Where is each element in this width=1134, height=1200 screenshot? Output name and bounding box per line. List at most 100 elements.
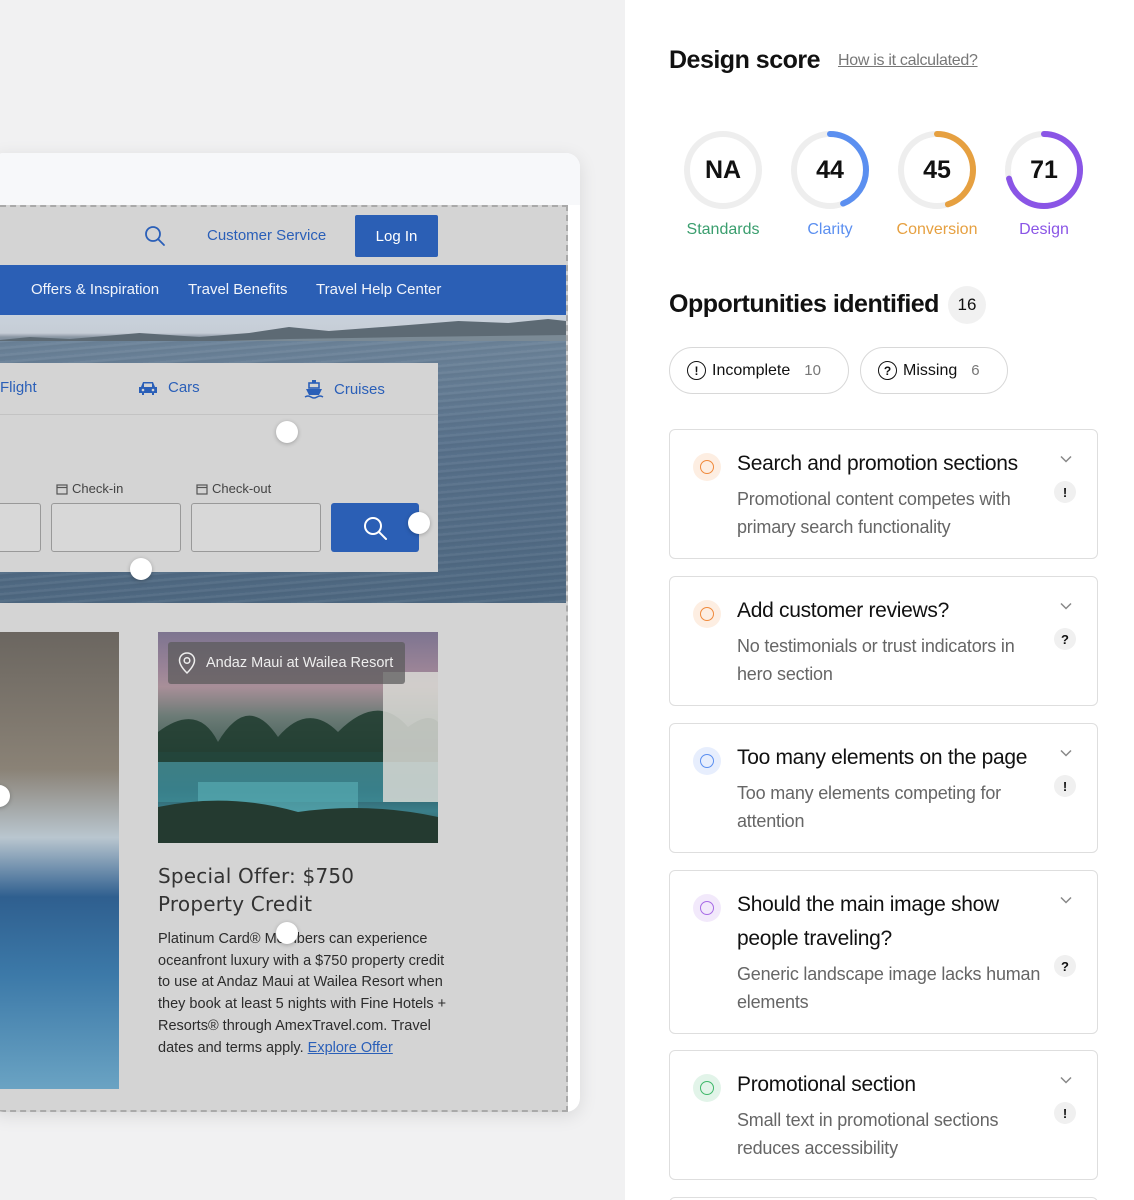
login-button[interactable]: Log In (355, 215, 438, 257)
opportunity-card[interactable]: Search and promotion sections Promotiona… (669, 429, 1098, 559)
score-label: Design (1019, 221, 1069, 238)
score-label: Standards (686, 221, 760, 238)
check-in-label: Check-in (56, 481, 123, 496)
booking-search-button[interactable] (331, 503, 419, 552)
offer-title: Special Offer: $750 Property Credit (158, 864, 355, 916)
score-value: NA (704, 155, 742, 184)
promo-image-resort: Andaz Maui at Wailea Resort (158, 632, 438, 843)
card-title: Search and promotion sections (737, 452, 1018, 475)
flag-badge: ? (1054, 628, 1076, 650)
card-title: Too many elements on the page (737, 746, 1028, 769)
offer-body: Platinum Card® Members can experience oc… (158, 929, 448, 1059)
check-in-label-text: Check-in (72, 481, 124, 496)
card-title: Add customer reviews? (737, 599, 949, 622)
flag-badge: ? (1054, 955, 1076, 977)
severity-dot (693, 747, 721, 775)
opportunity-card[interactable]: Add customer reviews? No testimonials or… (669, 576, 1098, 706)
severity-dot (693, 894, 721, 922)
promo-image-left (0, 632, 119, 1089)
score-value: 71 (1030, 155, 1058, 184)
card-description: Promotional content competes with primar… (737, 489, 1011, 537)
nav-travel-benefits[interactable]: Travel Benefits (188, 281, 288, 298)
tab-cars-label: Cars (168, 379, 200, 396)
explore-offer-link[interactable]: Explore Offer (308, 1040, 393, 1056)
severity-dot (693, 1074, 721, 1102)
exclamation-circle-icon: ! (687, 361, 706, 380)
annotation-hotspot[interactable] (408, 512, 430, 534)
opportunities-title: Opportunities identified (669, 290, 939, 318)
nav-travel-help-center[interactable]: Travel Help Center (316, 281, 441, 298)
filter-label: Incomplete (712, 361, 791, 379)
how-calculated-link[interactable]: How is it calculated? (838, 52, 978, 70)
card-description: Small text in promotional sections reduc… (737, 1110, 999, 1158)
chevron-down-icon[interactable] (1059, 893, 1073, 907)
annotation-hotspot[interactable] (276, 922, 298, 944)
flag-badge: ! (1054, 775, 1076, 797)
tab-cars[interactable]: Cars (138, 379, 200, 396)
card-description: No testimonials or trust indicators in h… (737, 636, 1015, 684)
booking-card: Flight Cars Cruises Check-in Check-out (0, 363, 438, 572)
destination-field[interactable] (0, 503, 41, 552)
chevron-down-icon[interactable] (1059, 599, 1073, 613)
tab-flight[interactable]: Flight (0, 379, 37, 396)
search-icon[interactable] (144, 225, 166, 247)
filter-count: 10 (804, 362, 821, 379)
filter-count: 6 (971, 362, 980, 379)
check-out-field[interactable] (191, 503, 321, 552)
location-pin-icon (178, 652, 196, 674)
filter-incomplete[interactable]: ! Incomplete 10 (669, 347, 849, 394)
question-circle-icon: ? (878, 361, 897, 380)
check-out-label: Check-out (196, 481, 271, 496)
severity-dot (693, 453, 721, 481)
card-title: Promotional section (737, 1073, 916, 1096)
score-clarity: 44 Clarity (788, 128, 872, 238)
website-preview: Customer Service Log In Offers & Inspira… (0, 153, 580, 1112)
hero-image: Flight Cars Cruises Check-in Check-out (0, 315, 566, 603)
filter-label: Missing (903, 361, 958, 379)
card-title: Should the main image show people travel… (737, 893, 999, 950)
score-label: Clarity (807, 221, 853, 238)
tab-flight-label: Flight (0, 379, 37, 396)
search-icon (364, 516, 387, 540)
score-standards: NA Standards (681, 128, 765, 238)
chevron-down-icon[interactable] (1059, 1073, 1073, 1087)
score-value: 44 (816, 155, 844, 184)
opportunity-card[interactable]: Should the main image show people travel… (669, 870, 1098, 1034)
ship-icon (304, 380, 324, 399)
card-description: Generic landscape image lacks human elem… (737, 964, 1041, 1012)
score-value: 45 (923, 155, 951, 184)
preview-site: Customer Service Log In Offers & Inspira… (0, 205, 568, 1112)
calendar-icon (196, 483, 208, 495)
flag-badge: ! (1054, 1102, 1076, 1124)
chevron-down-icon[interactable] (1059, 746, 1073, 760)
annotation-hotspot[interactable] (276, 421, 298, 443)
car-icon (139, 381, 157, 395)
customer-service-link[interactable]: Customer Service (207, 227, 326, 244)
opportunities-count-badge: 16 (948, 286, 986, 324)
score-label: Conversion (896, 221, 978, 238)
score-conversion: 45 Conversion (895, 128, 979, 238)
annotation-hotspot[interactable] (130, 558, 152, 580)
score-design: 71 Design (1002, 128, 1086, 238)
location-text: Andaz Maui at Wailea Resort (206, 655, 394, 671)
site-header: Customer Service Log In (0, 207, 566, 265)
preview-topbar (0, 153, 580, 205)
tab-cruises-label: Cruises (334, 380, 385, 398)
booking-tabs: Flight Cars Cruises (0, 363, 438, 415)
card-description: Too many elements competing for attentio… (737, 783, 1001, 831)
opportunity-card[interactable]: Promotional section Small text in promot… (669, 1050, 1098, 1180)
panel-title: Design score (669, 46, 821, 74)
design-score-panel: Design score How is it calculated? NA St… (625, 0, 1134, 1200)
severity-dot (693, 600, 721, 628)
tab-cruises[interactable]: Cruises (304, 379, 385, 399)
filter-missing[interactable]: ? Missing 6 (860, 347, 1008, 394)
offer-body-text: Platinum Card® Members can experience oc… (158, 931, 447, 1056)
chevron-down-icon[interactable] (1059, 452, 1073, 466)
check-out-label-text: Check-out (212, 481, 272, 496)
check-in-field[interactable] (51, 503, 181, 552)
nav-offers[interactable]: Offers & Inspiration (31, 281, 159, 298)
flag-badge: ! (1054, 481, 1076, 503)
calendar-icon (56, 483, 68, 495)
opportunity-card[interactable]: Too many elements on the page Too many e… (669, 723, 1098, 853)
location-tag: Andaz Maui at Wailea Resort (168, 642, 406, 684)
